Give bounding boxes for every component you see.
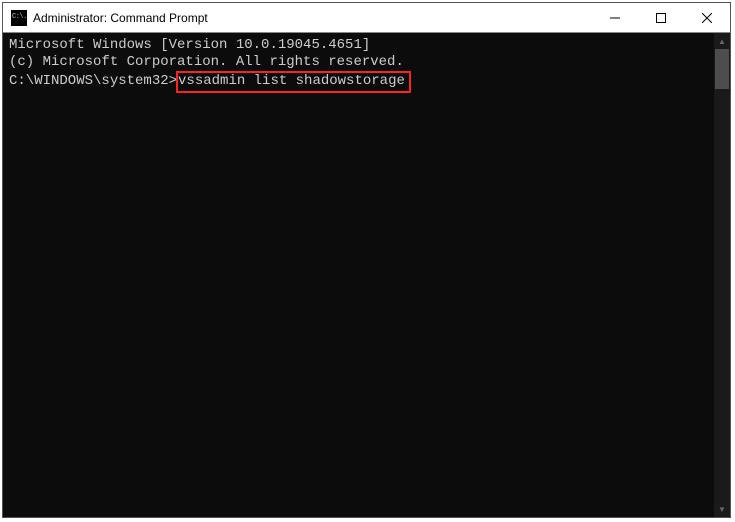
minimize-icon [610, 13, 620, 23]
maximize-icon [656, 13, 666, 23]
scrollbar-down-arrow[interactable]: ▼ [714, 501, 730, 517]
window-title: Administrator: Command Prompt [33, 11, 592, 25]
terminal-output-line: (c) Microsoft Corporation. All rights re… [9, 54, 708, 71]
titlebar[interactable]: C:\. Administrator: Command Prompt [3, 3, 730, 33]
maximize-button[interactable] [638, 3, 684, 32]
close-button[interactable] [684, 3, 730, 32]
terminal-content[interactable]: Microsoft Windows [Version 10.0.19045.46… [3, 33, 714, 517]
terminal-prompt: C:\WINDOWS\system32> [9, 73, 177, 89]
terminal-prompt-line: C:\WINDOWS\system32>vssadmin list shadow… [9, 71, 708, 93]
command-prompt-window: C:\. Administrator: Command Prompt [2, 2, 731, 518]
terminal-area[interactable]: Microsoft Windows [Version 10.0.19045.46… [3, 33, 730, 517]
cmd-icon: C:\. [11, 10, 27, 26]
terminal-output-line: Microsoft Windows [Version 10.0.19045.46… [9, 37, 708, 54]
scrollbar-track[interactable] [714, 49, 730, 501]
scrollbar-thumb[interactable] [715, 49, 729, 89]
scrollbar-up-arrow[interactable]: ▲ [714, 33, 730, 49]
minimize-button[interactable] [592, 3, 638, 32]
command-highlight: vssadmin list shadowstorage [176, 71, 411, 93]
window-controls [592, 3, 730, 32]
terminal-command: vssadmin list shadowstorage [178, 73, 405, 89]
vertical-scrollbar[interactable]: ▲ ▼ [714, 33, 730, 517]
close-icon [702, 13, 712, 23]
